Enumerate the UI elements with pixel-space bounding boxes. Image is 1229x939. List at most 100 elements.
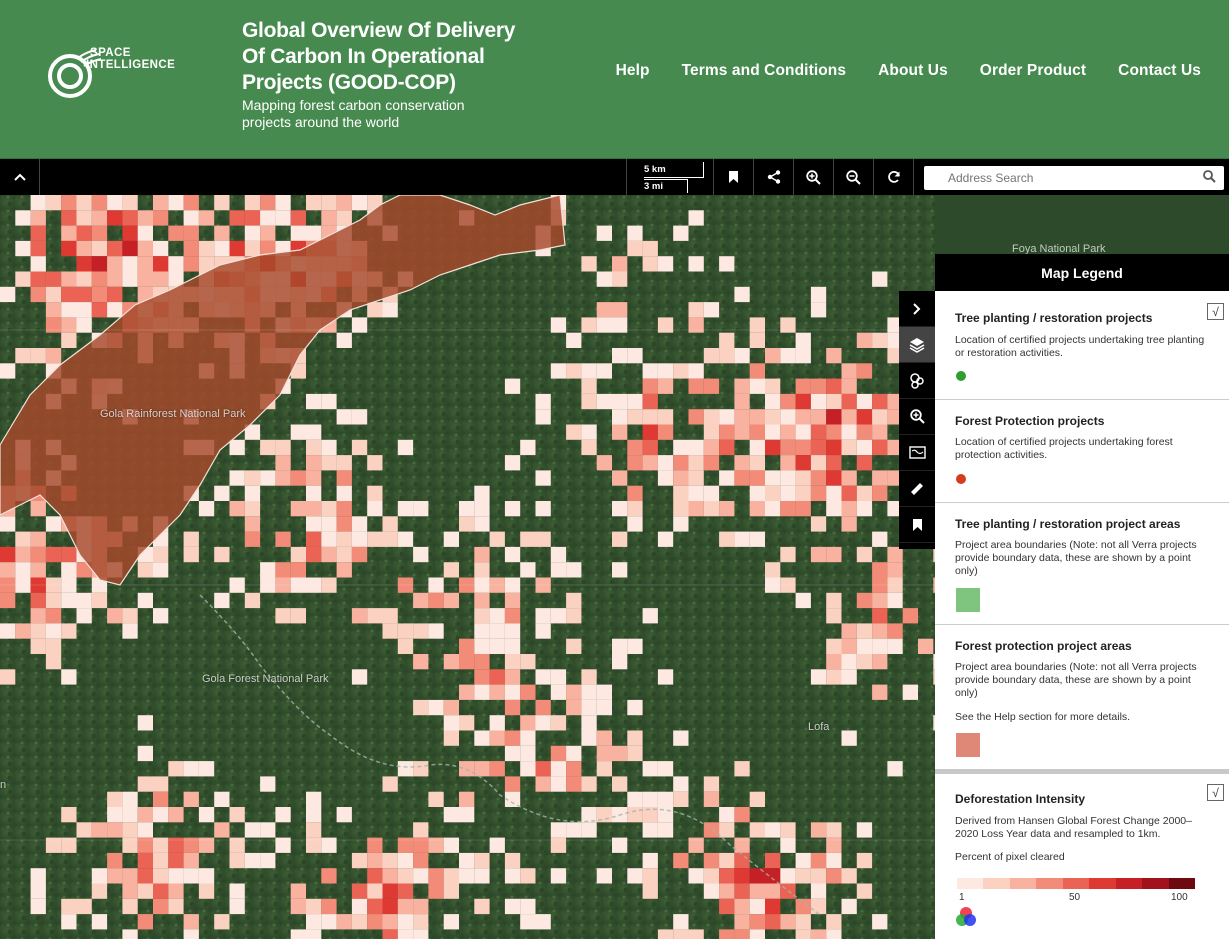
collapse-header-button[interactable] (0, 159, 40, 195)
deforestation-cell (229, 898, 245, 915)
map-canvas[interactable]: Gola Rainforest National Park Gola Fores… (0, 195, 935, 939)
zoom-in-button[interactable] (794, 159, 834, 195)
deforestation-cell (474, 638, 490, 654)
deforestation-cell (795, 485, 811, 501)
deforestation-cell (596, 393, 612, 410)
deforestation-cell (902, 684, 918, 700)
deforestation-cell (810, 302, 827, 318)
deforestation-cell (306, 393, 322, 410)
bookmarks-panel-button[interactable] (899, 507, 935, 543)
address-search-input[interactable] (924, 166, 1194, 190)
deforestation-cell (566, 332, 582, 348)
deforestation-cell (795, 852, 811, 869)
deforestation-cell (887, 623, 903, 639)
deforestation-cell (76, 210, 92, 226)
nav-help[interactable]: Help (616, 62, 650, 80)
basemap-button[interactable] (899, 435, 935, 471)
deforestation-cell (30, 501, 46, 517)
deforestation-cell (30, 562, 46, 578)
nav-order-product[interactable]: Order Product (980, 62, 1086, 80)
deforestation-cell (321, 516, 337, 532)
deforestation-cell (428, 623, 444, 639)
deforestation-cell (459, 654, 475, 670)
deforestation-cell (122, 807, 138, 823)
deforestation-cell (107, 608, 123, 624)
deforestation-cell (581, 807, 597, 823)
ramp-mid-label: 50 (1069, 892, 1081, 903)
deforestation-cell (61, 210, 77, 226)
deforestation-cell (520, 868, 536, 884)
deforestation-cell (306, 791, 322, 807)
deforestation-cell (535, 531, 551, 547)
deforestation-cell (780, 501, 796, 517)
deforestation-cell (749, 455, 765, 471)
ramp-swatch (1168, 878, 1195, 889)
nav-contact[interactable]: Contact Us (1118, 62, 1201, 80)
deforestation-cell (856, 393, 873, 410)
deforestation-cell (596, 684, 612, 700)
deforestation-cell (229, 470, 245, 486)
bookmark-button[interactable] (714, 159, 754, 195)
deforestation-cell (749, 424, 765, 440)
deforestation-cell (367, 914, 383, 930)
rgb-circles-icon (956, 907, 976, 926)
deforestation-cell (887, 761, 903, 777)
deforestation-cell (153, 240, 169, 257)
deforestation-cell (856, 822, 873, 838)
expand-panel-button[interactable] (899, 291, 935, 327)
deforestation-cell (627, 868, 643, 884)
nav-terms[interactable]: Terms and Conditions (682, 62, 846, 80)
nav-about[interactable]: About Us (878, 62, 948, 80)
deforestation-cell (183, 546, 199, 563)
deforestation-cell (627, 409, 643, 425)
deforestation-cell (351, 195, 368, 211)
deforestation-cell (642, 883, 658, 899)
deforestation-cell (520, 562, 536, 578)
deforestation-cell (703, 485, 720, 501)
deforestation-cell (795, 424, 811, 440)
layer-toggle-checkbox[interactable]: √ (1207, 303, 1224, 320)
map-side-toolbar (899, 291, 935, 549)
deforestation-cell (596, 363, 612, 379)
deforestation-cell (581, 822, 597, 838)
zoom-out-button[interactable] (834, 159, 874, 195)
legend-text: Project area boundaries (Note: not all V… (955, 661, 1197, 699)
measure-button[interactable] (899, 471, 935, 507)
deforestation-cell (91, 225, 108, 241)
refresh-button[interactable] (874, 159, 914, 195)
deforestation-cell (872, 393, 888, 410)
deforestation-cell (703, 302, 720, 318)
deforestation-cell (765, 485, 781, 501)
deforestation-cell (719, 332, 735, 348)
deforestation-cell (612, 562, 628, 578)
deforestation-cell (198, 883, 215, 899)
deforestation-cell (107, 256, 123, 272)
legend-deforestation-intensity: √ Deforestation Intensity Derived from H… (935, 774, 1229, 939)
deforestation-cell (856, 439, 873, 456)
deforestation-cell (290, 883, 306, 899)
deforestation-cell (367, 501, 383, 517)
layers-button[interactable] (899, 327, 935, 363)
deforestation-cell (107, 302, 123, 318)
deforestation-cell (183, 914, 199, 930)
deforestation-cell (30, 638, 46, 654)
zoom-search-button[interactable] (899, 399, 935, 435)
deforestation-cell (703, 501, 720, 517)
chevron-up-icon (13, 173, 26, 181)
layer-toggle-checkbox[interactable]: √ (1207, 784, 1224, 801)
deforestation-cell (673, 914, 689, 930)
share-button[interactable] (754, 159, 794, 195)
deforestation-cell (749, 822, 765, 838)
filter-button[interactable] (899, 363, 935, 399)
search-icon[interactable] (1203, 170, 1216, 183)
deforestation-cell (642, 378, 658, 394)
deforestation-cell (367, 485, 383, 501)
deforestation-cell (443, 592, 459, 609)
deforestation-cell (734, 852, 750, 869)
deforestation-cell (765, 562, 781, 578)
deforestation-cell (168, 868, 184, 884)
deforestation-cell (581, 669, 597, 685)
deforestation-cell (596, 745, 612, 762)
deforestation-cell (183, 929, 199, 939)
deforestation-cell (306, 914, 322, 930)
